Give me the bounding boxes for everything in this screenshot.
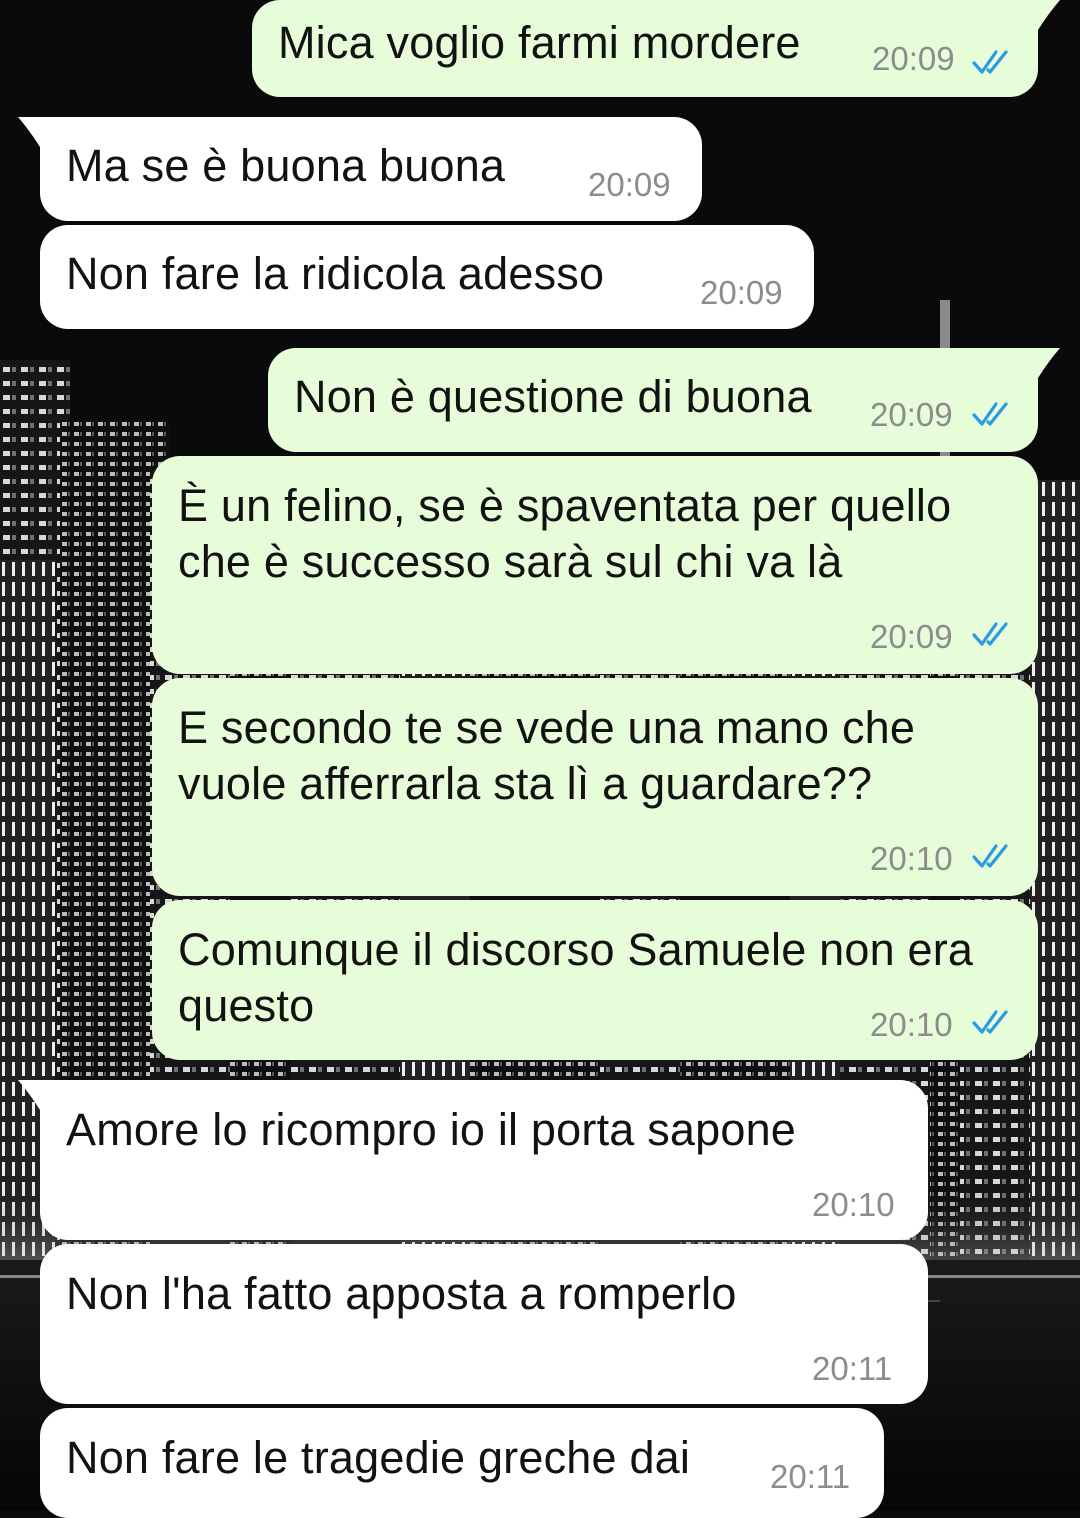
message-timestamp: 20:10 [870,1006,953,1043]
message-text: Ma se è buona buona [66,140,506,191]
message-text: E secondo te se vede una mano che vuole … [178,702,916,809]
message-text: È un felino, se è spaventata per quello … [178,480,952,587]
outgoing-message[interactable]: Mica voglio farmi mordere 20:09 [252,0,1038,97]
message-timestamp: 20:11 [812,1350,893,1387]
message-text: Comunque il discorso Samuele non era que… [178,924,974,1031]
message-timestamp: 20:10 [870,840,953,877]
incoming-message[interactable]: Non l'ha fatto apposta a romperlo 20:11 [40,1244,928,1404]
incoming-message[interactable]: Ma se è buona buona 20:09 [40,117,702,221]
outgoing-message[interactable]: E secondo te se vede una mano che vuole … [152,678,1038,896]
message-text: Mica voglio farmi mordere [278,17,801,68]
message-timestamp: 20:09 [872,40,955,77]
outgoing-message[interactable]: È un felino, se è spaventata per quello … [152,456,1038,674]
outgoing-message[interactable]: Non è questione di buona 20:09 [268,348,1038,452]
outgoing-message[interactable]: Comunque il discorso Samuele non era que… [152,900,1038,1060]
read-receipt-icon [972,50,1008,74]
message-timestamp: 20:09 [588,166,671,203]
incoming-message[interactable]: Non fare la ridicola adesso 20:09 [40,225,814,329]
message-timestamp: 20:10 [812,1186,895,1223]
message-timestamp: 20:09 [870,618,953,655]
incoming-message[interactable]: Amore lo ricompro io il porta sapone 20:1… [40,1080,928,1240]
incoming-message[interactable]: Non fare le tragedie greche dai 20:11 [40,1408,884,1518]
message-text: Non fare la ridicola adesso [66,248,605,299]
message-timestamp: 20:11 [770,1458,851,1495]
message-list[interactable]: Mica voglio farmi mordere 20:09 Ma se è bu… [0,0,1080,1518]
message-text: Non l'ha fatto apposta a romperlo [66,1268,737,1319]
message-timestamp: 20:09 [700,274,783,311]
read-receipt-icon [972,402,1008,426]
message-text: Non è questione di buona [294,371,812,422]
message-text: Amore lo ricompro io il porta sapone [66,1104,797,1155]
read-receipt-icon [972,844,1008,868]
message-timestamp: 20:09 [870,396,953,433]
message-text: Non fare le tragedie greche dai [66,1432,691,1483]
read-receipt-icon [972,622,1008,646]
read-receipt-icon [972,1010,1008,1034]
